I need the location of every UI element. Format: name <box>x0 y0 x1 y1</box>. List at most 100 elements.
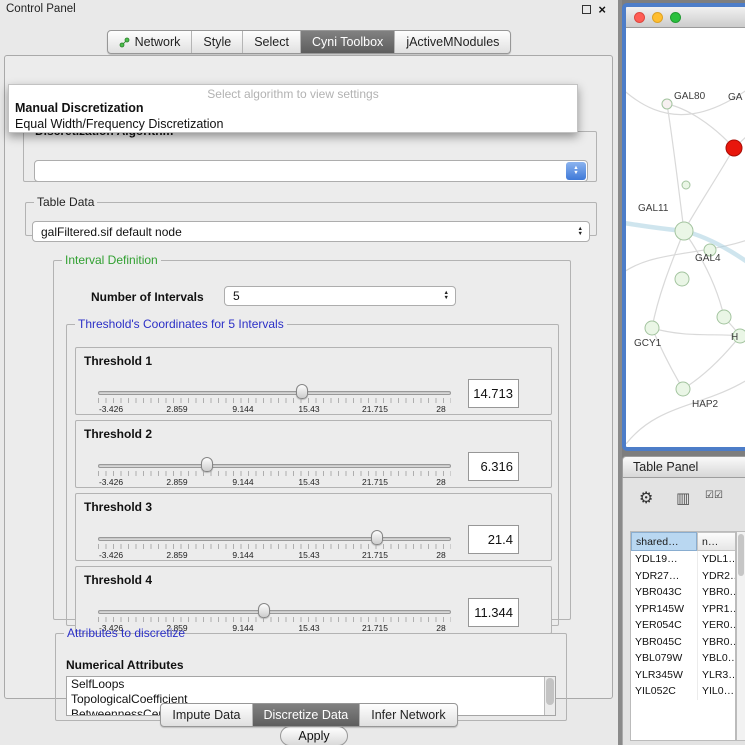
table-data-combobox[interactable]: galFiltered.sif default node ▲▼ <box>32 221 590 242</box>
group-label: Attributes to discretize <box>64 626 188 640</box>
bottom-tabstrip: Impute Data Discretize Data Infer Networ… <box>0 703 618 727</box>
network-node-label: GCY1 <box>634 338 662 349</box>
threshold-2-slider[interactable]: -3.4262.8599.14415.4321.71528 <box>98 457 451 487</box>
table-row[interactable]: YLR345WYLR3… <box>631 667 735 684</box>
table-row[interactable]: YPR145WYPR1… <box>631 601 735 618</box>
network-node[interactable] <box>675 222 693 240</box>
algorithm-combobox[interactable]: ▲▼ <box>34 160 588 182</box>
gear-icon[interactable]: ⚙ <box>639 488 653 508</box>
table-row[interactable]: YIL052CYIL0… <box>631 683 735 700</box>
close-icon[interactable]: × <box>598 4 606 15</box>
network-node[interactable] <box>717 310 731 324</box>
list-item[interactable]: SelfLoops <box>67 677 555 692</box>
network-icon <box>119 37 130 48</box>
slider-ticks <box>98 544 451 549</box>
menu-item-equal-width-frequency[interactable]: Equal Width/Frequency Discretization <box>9 116 577 132</box>
columns-icon[interactable]: ▥ <box>676 489 690 507</box>
network-canvas[interactable]: GAL80GAGAL11GAL4GCY1HHAP2 <box>626 28 745 444</box>
interval-definition-group: Interval Definition Number of Intervals … <box>53 253 571 620</box>
group-label: Interval Definition <box>62 253 161 267</box>
network-node-label: GAL11 <box>638 203 669 214</box>
tab-style[interactable]: Style <box>191 31 242 53</box>
node-table: shared… n… YDL19…YDL1… YDR27…YDR2… YBR04… <box>630 531 736 741</box>
table-row[interactable]: YBR043CYBR0… <box>631 584 735 601</box>
minimize-traffic-light-icon[interactable] <box>652 12 663 23</box>
checkbox-grid-icon[interactable]: ☑☑ <box>705 490 723 501</box>
float-window-icon[interactable] <box>582 5 591 14</box>
network-node[interactable] <box>675 272 689 286</box>
top-tabstrip: Network Style Select Cyni Toolbox jActiv… <box>0 30 618 54</box>
network-node-label: H <box>731 332 738 343</box>
table-scrollbar[interactable] <box>736 531 745 741</box>
threshold-2-value-input[interactable] <box>468 452 519 481</box>
close-traffic-light-icon[interactable] <box>634 12 645 23</box>
network-node-label: HAP2 <box>692 399 719 410</box>
slider-track[interactable] <box>98 464 451 468</box>
scrollbar-thumb[interactable] <box>738 534 744 576</box>
tab-cyni-toolbox[interactable]: Cyni Toolbox <box>300 31 394 53</box>
table-panel: ⚙ ▥ ☑☑ shared… n… YDL19…YDL1… YDR27…YDR2… <box>622 478 745 745</box>
number-of-intervals-label: Number of Intervals <box>91 290 204 304</box>
threshold-label: Threshold 4 <box>84 573 152 587</box>
threshold-label: Threshold 1 <box>84 354 152 368</box>
group-label: Threshold's Coordinates for 5 Intervals <box>75 317 287 331</box>
updown-arrows-icon: ▲▼ <box>444 291 449 301</box>
right-column: GAL80GAGAL11GAL4GCY1HHAP2 Table Panel ⚙ … <box>622 0 745 745</box>
slider-thumb[interactable] <box>296 384 308 399</box>
network-node-label: GA <box>728 92 743 103</box>
network-node[interactable] <box>676 382 690 396</box>
table-row[interactable]: YBL079WYBL0… <box>631 650 735 667</box>
zoom-traffic-light-icon[interactable] <box>670 12 681 23</box>
threshold-label: Threshold 3 <box>84 500 152 514</box>
apply-button[interactable]: Apply <box>280 726 347 745</box>
table-row[interactable]: YBR045CYBR0… <box>631 634 735 651</box>
slider-thumb[interactable] <box>201 457 213 472</box>
table-data-group: Table Data galFiltered.sif default node … <box>25 195 597 236</box>
network-node[interactable] <box>645 321 659 335</box>
threshold-1-value-input[interactable] <box>468 379 519 408</box>
tab-jactivemnodules[interactable]: jActiveMNodules <box>394 31 510 53</box>
tab-network[interactable]: Network <box>108 31 192 53</box>
slider-scale: -3.4262.8599.14415.4321.71528 <box>111 477 441 487</box>
panel-title: Control Panel <box>6 3 76 15</box>
table-data-value: galFiltered.sif default node <box>33 225 578 239</box>
slider-scale: -3.4262.8599.14415.4321.71528 <box>111 550 441 560</box>
tab-impute-data[interactable]: Impute Data <box>161 704 251 726</box>
tab-infer-network[interactable]: Infer Network <box>359 704 456 726</box>
threshold-3-value-input[interactable] <box>468 525 519 554</box>
column-header-name[interactable]: n… <box>697 532 735 551</box>
slider-thumb[interactable] <box>371 530 383 545</box>
table-row[interactable]: YER054CYER0… <box>631 617 735 634</box>
slider-ticks <box>98 617 451 622</box>
slider-track[interactable] <box>98 610 451 614</box>
slider-ticks <box>98 471 451 476</box>
table-panel-title: Table Panel <box>622 456 745 478</box>
cyni-content-frame: Discretization Algorithm ▲▼ Table Data g… <box>4 55 613 699</box>
slider-thumb[interactable] <box>258 603 270 618</box>
number-of-intervals-combobox[interactable]: 5 ▲▼ <box>224 286 456 306</box>
network-node[interactable] <box>682 181 690 189</box>
slider-track[interactable] <box>98 391 451 395</box>
tab-discretize-data[interactable]: Discretize Data <box>252 704 360 726</box>
tab-select[interactable]: Select <box>242 31 300 53</box>
network-node[interactable] <box>726 140 742 156</box>
threshold-1-slider[interactable]: -3.4262.8599.14415.4321.71528 <box>98 384 451 414</box>
threshold-row: Threshold 2 -3.4262.8599.14415.4321.7152… <box>75 420 552 488</box>
column-header-shared-name[interactable]: shared… <box>631 532 697 551</box>
numerical-attributes-label: Numerical Attributes <box>66 658 184 672</box>
network-window-titlebar <box>626 7 745 28</box>
control-panel: Control Panel × Network Style Select C <box>0 0 618 745</box>
table-row[interactable]: YDL19…YDL1… <box>631 551 735 568</box>
threshold-4-value-input[interactable] <box>468 598 519 627</box>
slider-track[interactable] <box>98 537 451 541</box>
threshold-row: Threshold 1 -3.4262.8599.14415.4321.7152… <box>75 347 552 415</box>
menu-item-manual-discretization[interactable]: Manual Discretization <box>9 100 577 116</box>
threshold-3-slider[interactable]: -3.4262.8599.14415.4321.71528 <box>98 530 451 560</box>
tab-label: Network <box>135 35 181 49</box>
scrollbar-thumb[interactable] <box>546 678 554 705</box>
network-node-label: GAL4 <box>695 253 721 264</box>
threshold-row: Threshold 4 -3.4262.8599.14415.4321.7152… <box>75 566 552 634</box>
table-row[interactable]: YDR27…YDR2… <box>631 568 735 585</box>
thresholds-group: Threshold's Coordinates for 5 Intervals … <box>66 317 559 626</box>
network-node[interactable] <box>662 99 672 109</box>
